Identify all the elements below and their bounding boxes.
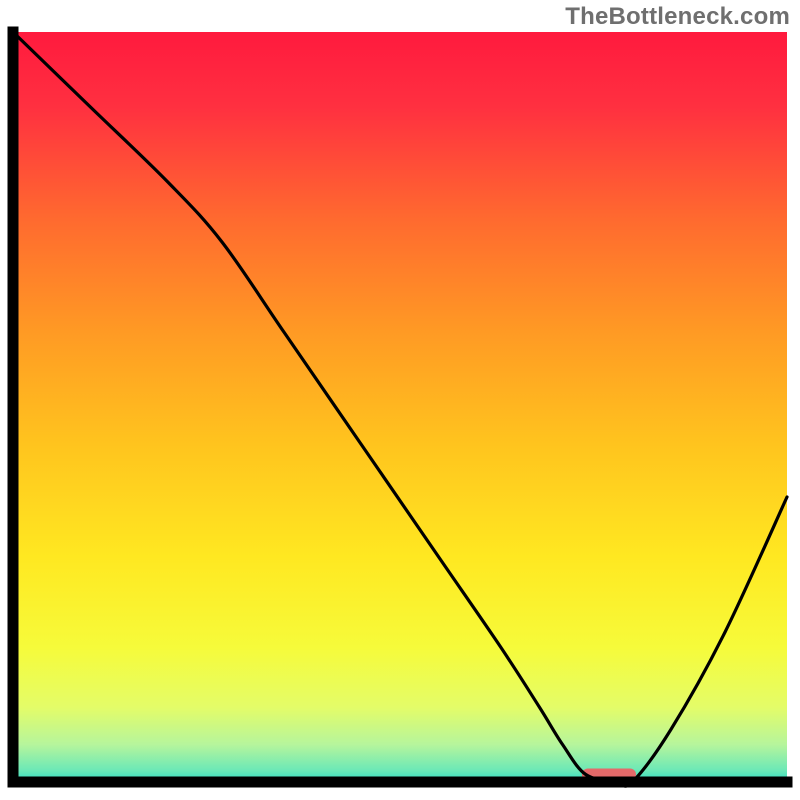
bottleneck-chart	[0, 0, 800, 800]
chart-container: TheBottleneck.com	[0, 0, 800, 800]
